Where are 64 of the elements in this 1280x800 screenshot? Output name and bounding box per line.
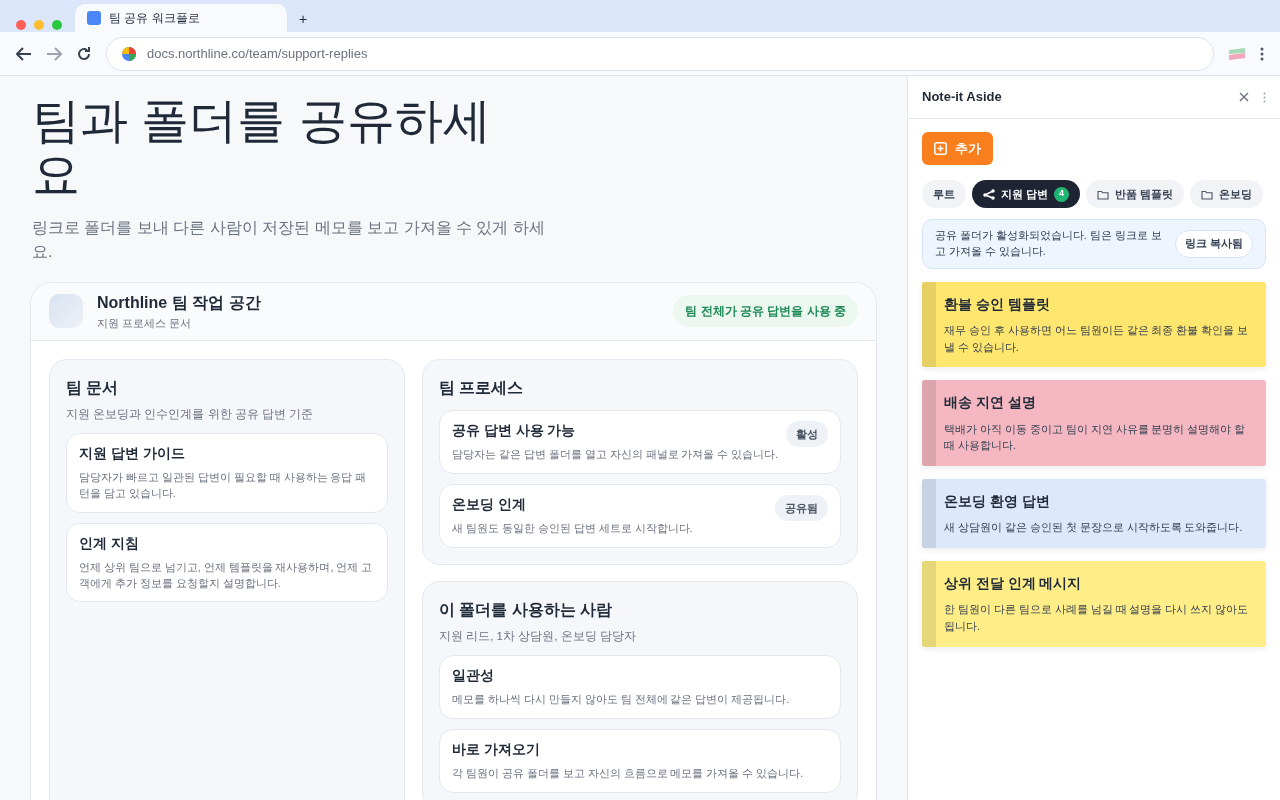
item-text: 메모를 하나씩 다시 만들지 않아도 팀 전체에 같은 답변이 제공됩니다. <box>452 692 791 707</box>
item-title: 일관성 <box>452 666 495 685</box>
item-text: 각 팀원이 공유 폴더를 보고 자신의 흐름으로 메모를 가져올 수 있습니다. <box>452 766 805 781</box>
folder-tab[interactable]: 반품 템플릿 <box>1086 180 1185 208</box>
folder-icon <box>1201 188 1214 200</box>
note-stripe <box>922 479 936 549</box>
maximize-window-icon[interactable] <box>52 20 62 30</box>
note-title: 상위 전달 인계 메시지 <box>944 575 1083 594</box>
favicon-icon <box>87 11 101 25</box>
close-icon[interactable] <box>1239 92 1249 102</box>
browser-tab[interactable]: 팀 공유 워크플로 <box>75 4 287 32</box>
workspace-name: Northline 팀 작업 공간 <box>97 292 261 313</box>
item-title: 바로 가져오기 <box>452 740 541 759</box>
count-badge: 4 <box>1054 186 1070 202</box>
folder-icon <box>1097 188 1110 200</box>
item-text: 언제 상위 팀으로 넘기고, 언제 템플릿을 재사용하며, 언제 고객에게 추가 정보를 요청할지 설명합니다. <box>79 559 374 591</box>
page-subtitle: 링크로 폴더를 보내 다른 사람이 저장된 메모를 보고 가져올 수 있게 하세요. <box>32 217 546 262</box>
address-bar[interactable]: docs.northline.co/team/support-replies <box>106 36 1214 71</box>
panel-title: 팀 프로세스 <box>439 377 525 398</box>
item-title: 지원 답변 가이드 <box>79 444 186 463</box>
page-title: 팀과 폴더를 공유하세요 <box>32 94 492 202</box>
item-title: 온보딩 인계 <box>452 495 527 514</box>
note-card[interactable]: 온보딩 환영 답변 새 상담원이 같은 승인된 첫 문장으로 시작하도록 도와줍니다. <box>922 479 1266 549</box>
workspace-avatar <box>49 294 83 328</box>
note-title: 환불 승인 템플릿 <box>944 295 1051 314</box>
folder-tab[interactable]: 지원 답변 4 <box>972 180 1081 208</box>
item-text: 담당자가 빠르고 일관된 답변이 필요할 때 사용하는 응답 패턴을 담고 있습니다. <box>79 470 368 501</box>
info-text: 공유 폴더가 활성화되었습니다. 팀은 링크로 보고 가져올 수 있습니다. <box>935 228 1163 259</box>
note-title: 배송 지연 설명 <box>944 394 1037 413</box>
new-tab-button[interactable]: + <box>299 9 308 30</box>
note-card[interactable]: 배송 지연 설명 택배가 아직 이동 중이고 팀이 지연 사유를 분명히 설명해야 할 때 사용합니다. <box>922 380 1266 467</box>
note-text: 새 상담원이 같은 승인된 첫 문장으로 시작하도록 도와줍니다. <box>944 520 1244 536</box>
panel-description: 지원 온보딩과 인수인계를 위한 공유 답변 기준 <box>66 406 315 422</box>
panel-description: 지원 리드, 1차 상담원, 온보딩 담당자 <box>439 628 637 644</box>
workspace-subtitle: 지원 프로세스 문서 <box>97 315 193 331</box>
status-badge: 활성 <box>786 420 828 447</box>
share-icon <box>983 188 995 200</box>
site-icon <box>121 45 137 62</box>
copy-link-button[interactable]: 링크 복사됨 <box>1175 229 1253 258</box>
item-title: 인계 지침 <box>79 534 140 553</box>
note-text: 택배가 아직 이동 중이고 팀이 지연 사유를 분명히 설명해야 할 때 사용합니다. <box>944 421 1247 454</box>
folder-tab[interactable]: 루트 <box>922 180 966 208</box>
note-text: 재무 승인 후 사용하면 어느 팀원이든 같은 최종 환불 확인을 보낼 수 있습니다. <box>944 322 1250 355</box>
status-badge: 팀 전체가 공유 답변을 사용 중 <box>673 295 858 327</box>
back-icon[interactable] <box>16 46 32 61</box>
close-window-icon[interactable] <box>16 20 26 30</box>
forward-icon[interactable] <box>46 46 62 61</box>
more-options-icon[interactable] <box>1260 46 1264 61</box>
item-title: 공유 답변 사용 가능 <box>452 421 577 440</box>
item-text: 새 팀원도 동일한 승인된 답변 세트로 시작합니다. <box>452 520 694 536</box>
panel-title: 팀 문서 <box>66 377 120 398</box>
folder-tab[interactable]: 온보딩 <box>1190 180 1264 208</box>
reload-icon[interactable] <box>76 45 92 62</box>
panel-title: Note-it Aside <box>922 88 1002 107</box>
item-text: 담당자는 같은 답변 폴더를 열고 자신의 패널로 가져올 수 있습니다. <box>452 446 780 462</box>
minimize-window-icon[interactable] <box>34 20 44 30</box>
plus-icon <box>934 142 947 155</box>
extension-icon[interactable] <box>1228 46 1246 61</box>
status-badge: 공유됨 <box>775 494 828 521</box>
note-card[interactable]: 상위 전달 인계 메시지 한 팀원이 다른 팀으로 사례를 넘길 때 설명을 다시 쓰지 않아도 됩니다. <box>922 561 1266 648</box>
note-title: 온보딩 환영 답변 <box>944 493 1051 512</box>
panel-title: 이 폴더를 사용하는 사람 <box>439 599 614 620</box>
note-text: 한 팀원이 다른 팀으로 사례를 넘길 때 설명을 다시 쓰지 않아도 됩니다. <box>944 602 1250 635</box>
note-card[interactable]: 환불 승인 템플릿 재무 승인 후 사용하면 어느 팀원이든 같은 최종 환불 확인을 보낼 수 있습니다. <box>922 281 1266 368</box>
